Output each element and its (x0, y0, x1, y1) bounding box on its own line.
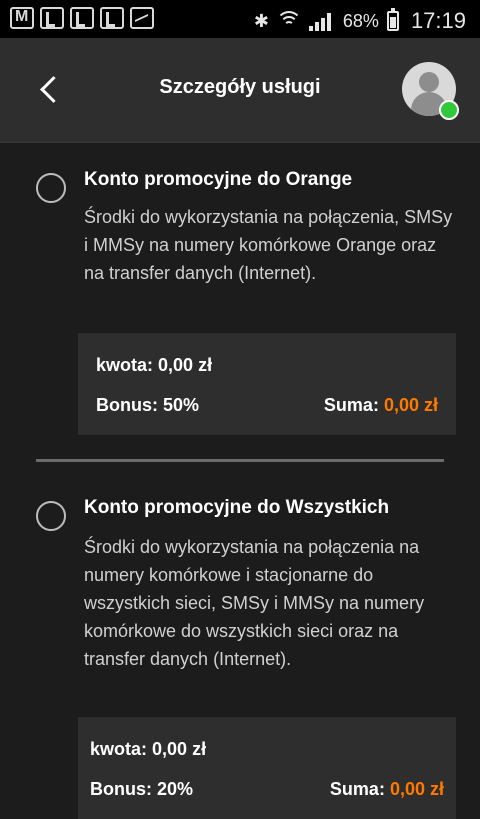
amount-row: kwota: 0,00 zł (90, 739, 207, 759)
battery-percent: 68% (342, 10, 379, 31)
bonus-value: 20% (157, 779, 194, 799)
offer-radio[interactable] (36, 173, 66, 203)
amount-value: 0,00 zł (152, 739, 207, 759)
offer-summary-box: kwota: 0,00 zł Bonus: 50% Suma: 0,00 zł (78, 333, 456, 435)
bonus-value: 50% (163, 395, 200, 415)
system-icons: ✱ 68% 17:19 (254, 8, 466, 34)
app-header: Szczegóły usługi (0, 38, 480, 143)
amount-value: 0,00 zł (158, 355, 213, 375)
sum-value: 0,00 zł (389, 779, 444, 799)
sum-row: Suma: 0,00 zł (329, 779, 444, 799)
offer-title: Konto promocyjne do Orange (84, 169, 353, 190)
bonus-row: Bonus: 50% (96, 395, 200, 415)
clock: 17:19 (410, 8, 466, 33)
amount-row: kwota: 0,00 zł (96, 355, 213, 375)
wifi-icon (275, 11, 302, 31)
bluetooth-icon: ✱ (253, 10, 269, 31)
app-icon (70, 7, 94, 29)
offer-summary-box: kwota: 0,00 zł Bonus: 20% Suma: 0,00 zł (78, 717, 456, 819)
offers-list: Konto promocyjne do Orange Środki do wyk… (0, 143, 480, 819)
offer-description: Środki do wykorzystania na połączenia, S… (84, 207, 453, 283)
online-status-indicator (439, 100, 459, 120)
signal-icon (308, 11, 335, 31)
gmail-icon (10, 7, 34, 29)
status-bar: ✱ 68% 17:19 (0, 0, 480, 38)
sum-row: Suma: 0,00 zł (323, 395, 438, 415)
app-icon (40, 7, 64, 29)
notification-icons (10, 7, 154, 29)
battery-icon (386, 8, 399, 31)
user-icon (419, 72, 439, 92)
offer-description: Środki do wykorzystania na połączenia na… (84, 537, 425, 669)
gallery-icon (130, 7, 154, 29)
divider (36, 459, 444, 462)
offer-title: Konto promocyjne do Wszystkich (84, 497, 390, 518)
bonus-row: Bonus: 20% (90, 779, 194, 799)
app-icon (100, 7, 124, 29)
offer-radio[interactable] (36, 501, 66, 531)
sum-value: 0,00 zł (383, 395, 438, 415)
